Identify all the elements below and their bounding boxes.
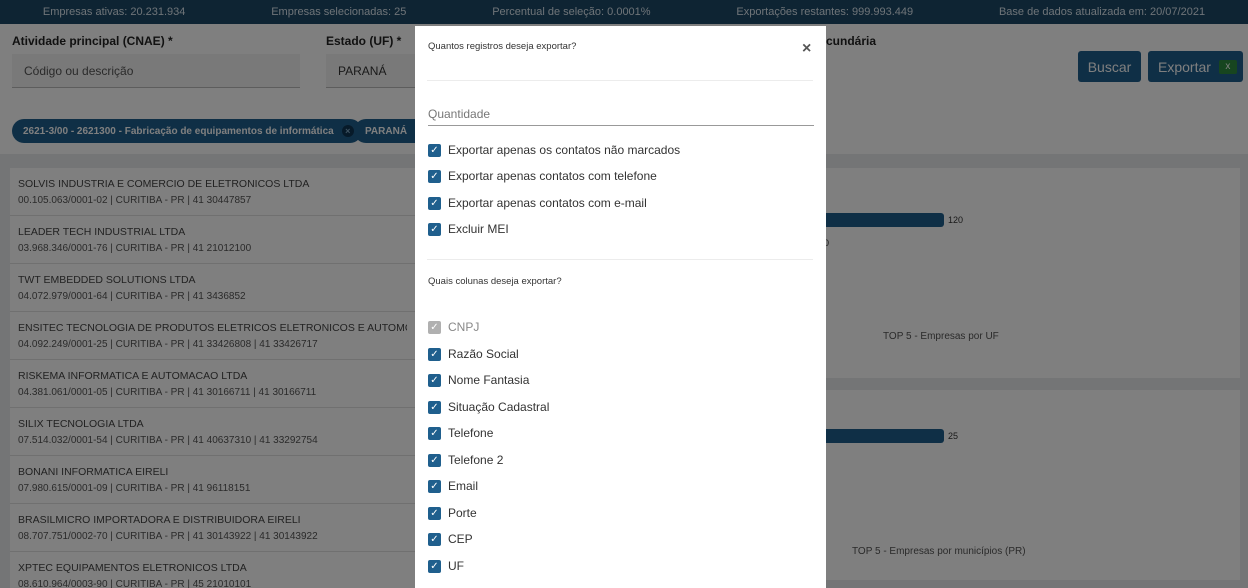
divider — [427, 259, 813, 260]
option-label: Exportar apenas contatos com e-mail — [448, 196, 647, 210]
column-porte[interactable]: ✓ Porte — [428, 506, 477, 520]
checkbox-checked-icon[interactable]: ✓ — [428, 506, 441, 520]
option-label: Excluir MEI — [448, 222, 509, 236]
quantity-input[interactable]: Quantidade — [428, 104, 814, 126]
option-telefone[interactable]: ✓ Exportar apenas contatos com telefone — [428, 169, 657, 183]
column-label: Nome Fantasia — [448, 373, 530, 387]
column-label: Telefone 2 — [448, 453, 504, 467]
option-email[interactable]: ✓ Exportar apenas contatos com e-mail — [428, 196, 647, 210]
column-nome-fantasia[interactable]: ✓ Nome Fantasia — [428, 373, 529, 387]
export-modal: Quantos registros deseja exportar? × Qua… — [415, 26, 826, 588]
column-email[interactable]: ✓ Email — [428, 479, 478, 493]
checkbox-checked-icon[interactable]: ✓ — [428, 426, 441, 440]
column-label: UF — [448, 559, 464, 573]
column-razao-social[interactable]: ✓ Razão Social — [428, 347, 519, 361]
option-excluir-mei[interactable]: ✓ Excluir MEI — [428, 222, 509, 236]
column-label: Razão Social — [448, 347, 519, 361]
divider — [427, 80, 813, 81]
checkbox-disabled-icon: ✓ — [428, 320, 441, 334]
checkbox-checked-icon[interactable]: ✓ — [428, 196, 441, 210]
column-cep[interactable]: ✓ CEP — [428, 532, 473, 546]
columns-question: Quais colunas deseja exportar? — [428, 276, 562, 287]
option-label: Exportar apenas contatos com telefone — [448, 169, 657, 183]
column-label: Telefone — [448, 426, 494, 440]
option-nao-marcados[interactable]: ✓ Exportar apenas os contatos não marcado… — [428, 143, 680, 157]
option-label: Exportar apenas os contatos não marcados — [448, 143, 681, 157]
column-uf[interactable]: ✓ UF — [428, 559, 464, 573]
column-cnpj: ✓ CNPJ — [428, 320, 479, 334]
checkbox-checked-icon[interactable]: ✓ — [428, 479, 441, 493]
checkbox-checked-icon[interactable]: ✓ — [428, 453, 441, 467]
column-telefone[interactable]: ✓ Telefone — [428, 426, 493, 440]
checkbox-checked-icon[interactable]: ✓ — [428, 532, 441, 546]
checkbox-checked-icon[interactable]: ✓ — [428, 373, 441, 387]
checkbox-checked-icon[interactable]: ✓ — [428, 400, 441, 414]
column-label: Porte — [448, 506, 477, 520]
column-label: Email — [448, 479, 479, 493]
column-label: CNPJ — [448, 320, 480, 334]
checkbox-checked-icon[interactable]: ✓ — [428, 347, 441, 361]
column-situacao[interactable]: ✓ Situação Cadastral — [428, 400, 549, 414]
close-icon[interactable]: × — [802, 40, 811, 58]
checkbox-checked-icon[interactable]: ✓ — [428, 222, 441, 236]
column-label: Situação Cadastral — [448, 400, 550, 414]
qty-question: Quantos registros deseja exportar? — [428, 41, 577, 52]
checkbox-checked-icon[interactable]: ✓ — [428, 559, 441, 573]
column-telefone-2[interactable]: ✓ Telefone 2 — [428, 453, 503, 467]
checkbox-checked-icon[interactable]: ✓ — [428, 169, 441, 183]
column-label: CEP — [448, 532, 473, 546]
checkbox-checked-icon[interactable]: ✓ — [428, 143, 441, 157]
